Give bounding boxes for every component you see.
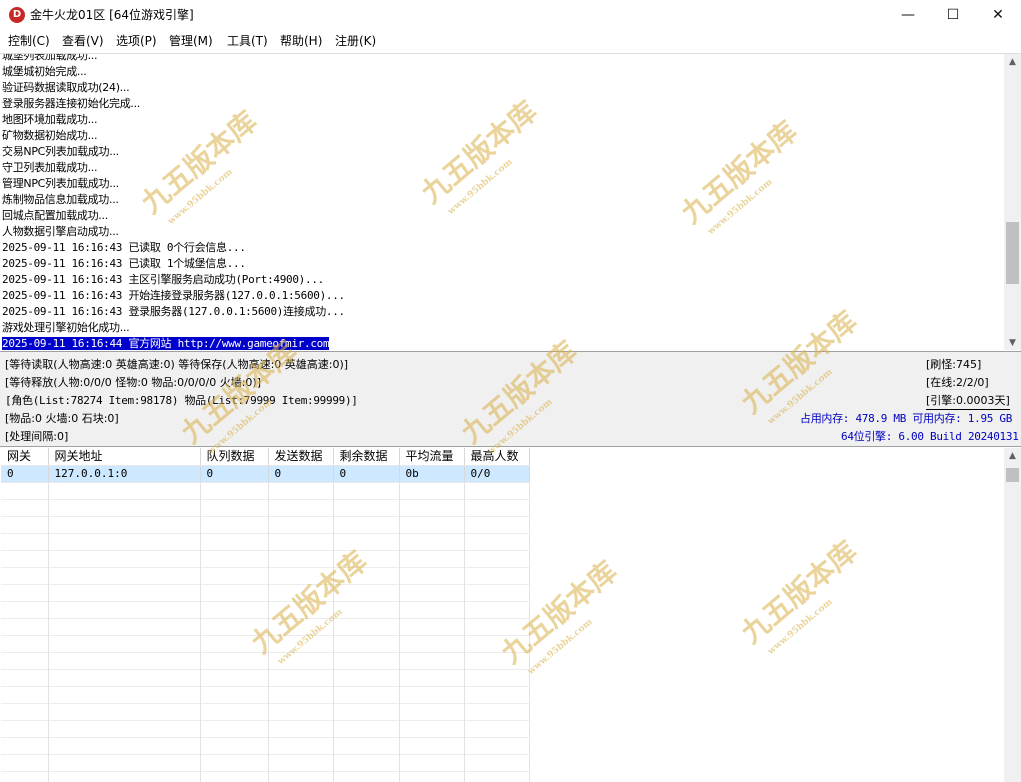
log-scrollbar[interactable]: ▲ ▼ [1004,54,1021,350]
menu-help[interactable]: 帮助(H) [280,33,322,49]
grid-divider [464,448,465,782]
status-interval: [处理间隔:0] [5,430,69,443]
cell-max-users: 0/0 [464,465,530,483]
grid-divider [268,448,269,782]
log-line: 验证码数据读取成功(24)... [2,81,130,94]
column-sent[interactable]: 发送数据 [268,448,334,466]
status-engine: [引擎:0.0003天] [926,393,1010,410]
log-line: 游戏处理引擎初始化成功... [2,321,130,334]
grid-divider [399,448,400,782]
close-button[interactable]: ✕ [975,0,1021,31]
cell-remaining: 0 [333,465,400,483]
log-line: 回城点配置加载成功... [2,209,108,222]
grid-divider [333,448,334,782]
log-line-selected[interactable]: 2025-09-11 16:16:44 官方网站 http://www.game… [2,336,1000,350]
scroll-up-icon[interactable]: ▲ [1004,448,1021,464]
grid-scrollbar[interactable]: ▲ [1004,448,1021,782]
cell-sent: 0 [268,465,334,483]
minimize-button[interactable]: — [885,0,931,31]
app-icon: D [9,7,25,23]
menu-tools[interactable]: 工具(T) [227,33,268,49]
cell-avg-traffic: 0b [399,465,465,483]
log-line: 守卫列表加载成功... [2,161,98,174]
window-title: 金牛火龙01区 [64位游戏引擎] [30,8,194,22]
column-max-users[interactable]: 最高人数 [464,448,530,466]
column-avg-traffic[interactable]: 平均流量 [399,448,465,466]
log-list: 城堡列表加载成功... 城堡城初始完成... 验证码数据读取成功(24)... … [2,53,1000,350]
title-bar: D 金牛火龙01区 [64位游戏引擎] — ☐ ✕ [0,0,1021,31]
log-panel[interactable]: 城堡列表加载成功... 城堡城初始完成... 验证码数据读取成功(24)... … [0,53,1021,350]
log-line: 城堡列表加载成功... [2,53,98,62]
log-line: 地图环境加载成功... [2,113,98,126]
log-line: 城堡城初始完成... [2,65,87,78]
status-items: [物品:0 火墙:0 石块:0] [5,412,119,425]
table-header-row: 网关 网关地址 队列数据 发送数据 剩余数据 平均流量 最高人数 [1,448,530,466]
menu-options[interactable]: 选项(P) [116,33,157,49]
table-row[interactable]: 0 127.0.0.1:0 0 0 0 0b 0/0 [1,465,530,483]
status-refresh-monster: [刷怪:745] [926,358,982,371]
log-line: 矿物数据初始成功... [2,129,98,142]
menu-view[interactable]: 查看(V) [62,33,104,49]
cell-gateway: 0 [1,465,49,483]
log-line: 2025-09-11 16:16:43 已读取 1个城堡信息... [2,257,246,270]
log-line: 管理NPC列表加载成功... [2,177,119,190]
log-line: 2025-09-11 16:16:43 登录服务器(127.0.0.1:5600… [2,305,345,318]
menu-register[interactable]: 注册(K) [335,33,376,49]
status-build: 64位引擎: 6.00 Build 20240131 [841,430,1019,443]
column-queue[interactable]: 队列数据 [200,448,269,466]
column-remaining[interactable]: 剩余数据 [333,448,400,466]
log-line: 人物数据引擎启动成功... [2,225,119,238]
menu-bar: 控制(C) 查看(V) 选项(P) 管理(M) 工具(T) 帮助(H) 注册(K… [0,31,1021,51]
column-gateway[interactable]: 网关 [1,448,49,466]
status-memory: 占用内存: 478.9 MB 可用内存: 1.95 GB [800,412,1013,425]
cell-address: 127.0.0.1:0 [48,465,201,483]
grid-background [1,483,529,782]
cell-queue: 0 [200,465,269,483]
gateway-table: 网关 网关地址 队列数据 发送数据 剩余数据 平均流量 最高人数 0 127.0… [1,448,530,483]
column-address[interactable]: 网关地址 [48,448,201,466]
log-line: 交易NPC列表加载成功... [2,145,119,158]
status-online: [在线:2/2/0] [926,376,989,389]
status-wait-read: [等待读取(人物高速:0 英雄高速:0) 等待保存(人物高速:0 英雄高速:0)… [5,358,349,371]
status-wait-release: [等待释放(人物:0/0/0 怪物:0 物品:0/0/0/0 火墙:0)] [5,376,261,389]
scroll-down-icon[interactable]: ▼ [1004,335,1021,350]
maximize-button[interactable]: ☐ [930,0,976,31]
log-line: 2025-09-11 16:16:43 已读取 0个行会信息... [2,241,246,254]
status-role-list: [角色(List:78274 Item:98178) 物品(List:79999… [5,394,358,407]
log-line: 2025-09-11 16:16:43 开始连接登录服务器(127.0.0.1:… [2,289,345,302]
status-panel: [等待读取(人物高速:0 英雄高速:0) 等待保存(人物高速:0 英雄高速:0)… [0,351,1021,447]
grid-divider [529,448,530,782]
grid-divider [48,448,49,782]
log-line: 登录服务器连接初始化完成... [2,97,140,110]
log-line: 炼制物品信息加载成功... [2,193,119,206]
gateway-grid[interactable]: 网关 网关地址 队列数据 发送数据 剩余数据 平均流量 最高人数 0 127.0… [0,448,1021,782]
scroll-thumb[interactable] [1006,222,1019,284]
menu-manage[interactable]: 管理(M) [169,33,213,49]
grid-divider [200,448,201,782]
log-line: 2025-09-11 16:16:43 主区引擎服务启动成功(Port:4900… [2,273,324,286]
scroll-thumb[interactable] [1006,468,1019,482]
scroll-up-icon[interactable]: ▲ [1004,54,1021,70]
menu-control[interactable]: 控制(C) [8,33,50,49]
